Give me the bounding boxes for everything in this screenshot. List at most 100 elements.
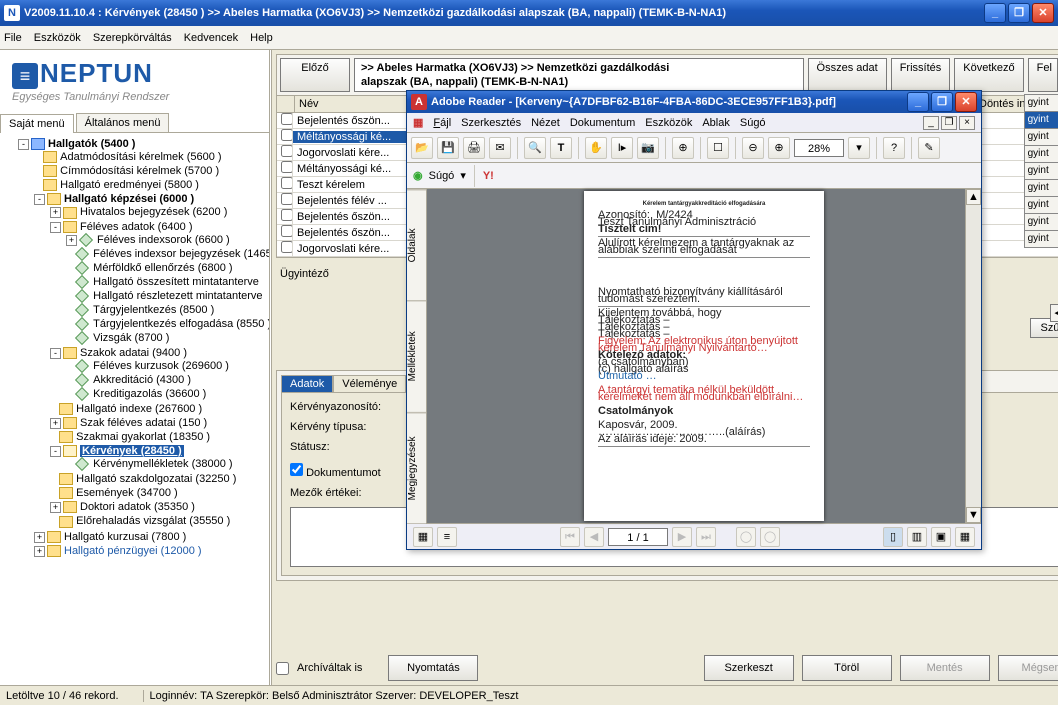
tree-item[interactable]: Szak féléves adatai (150 )	[80, 417, 207, 429]
tree-kepzes[interactable]: Hallgató képzései (6000 )	[64, 193, 194, 205]
mail-icon[interactable]: ✉	[489, 137, 511, 159]
select-text-icon[interactable]: T	[550, 137, 572, 159]
scroll-up-icon[interactable]: ▲	[966, 189, 981, 205]
grid-tag[interactable]: gyint	[1024, 111, 1058, 129]
pdf-page-area[interactable]: Kérelem tantárgyakkreditáció elfogadásár…	[427, 189, 981, 523]
select-icon[interactable]: I▸	[611, 137, 633, 159]
delete-button[interactable]: Töröl	[802, 655, 892, 681]
print-icon[interactable]: 🖨	[463, 137, 485, 159]
grid-tag[interactable]: gyint	[1024, 179, 1058, 197]
tab-velemenye[interactable]: Véleménye	[333, 375, 406, 392]
up-button[interactable]: Fel	[1028, 58, 1058, 92]
tree-item[interactable]: Mérföldkő ellenőrzés (6800 )	[93, 262, 232, 274]
tree-item[interactable]: Vizsgák (8700 )	[93, 332, 169, 344]
row-checkbox[interactable]	[281, 129, 293, 141]
tab-adatok[interactable]: Adatok	[281, 375, 333, 392]
facing-icon[interactable]: ▣	[931, 527, 951, 547]
row-checkbox[interactable]	[281, 145, 293, 157]
view-list-icon[interactable]: ≡	[437, 527, 457, 547]
tree-kervenyek-selected[interactable]: Kérvények (28450 )	[80, 445, 184, 457]
tab-general-menu[interactable]: Általános menü	[76, 113, 170, 132]
pdf-titlebar[interactable]: A Adobe Reader - [Kerveny~{A7DFBF62-B16F…	[407, 91, 981, 113]
tree-toggle[interactable]: -	[50, 222, 61, 233]
row-checkbox[interactable]	[281, 241, 293, 253]
pdf-menu-tools[interactable]: Eszközök	[645, 117, 692, 129]
tree-item[interactable]: Hallgató összesített mintatanterve	[93, 276, 259, 288]
pdf-window[interactable]: A Adobe Reader - [Kerveny~{A7DFBF62-B16F…	[406, 90, 982, 550]
tree-item[interactable]: Szakmai gyakorlat (18350 )	[76, 431, 210, 443]
scroll-left-icon[interactable]: ◀	[1050, 304, 1058, 322]
refresh-button[interactable]: Frissítés	[891, 58, 951, 92]
tree-item[interactable]: Események (34700 )	[76, 487, 178, 499]
continuous-facing-icon[interactable]: ▦	[955, 527, 975, 547]
close-button[interactable]: ✕	[1032, 3, 1054, 23]
next-button[interactable]: Következő	[954, 58, 1023, 92]
view-thumbs-icon[interactable]: ▦	[413, 527, 433, 547]
tree-item[interactable]: Előrehaladás vizsgálat (35550 )	[76, 515, 230, 527]
row-checkbox[interactable]	[281, 113, 293, 125]
tree-toggle[interactable]: +	[50, 418, 61, 429]
zoom-out-icon[interactable]: ⊖	[742, 137, 764, 159]
tree-toggle[interactable]: +	[66, 235, 77, 246]
pdf-minimize-button[interactable]: _	[907, 92, 929, 112]
tree-item[interactable]: Hallgató eredményei (5800 )	[60, 179, 199, 191]
pdf-menu-view[interactable]: Nézet	[531, 117, 560, 129]
tree-item[interactable]: Doktori adatok (35350 )	[80, 501, 195, 513]
pdf-vscrollbar[interactable]: ▲ ▼	[965, 189, 981, 523]
fit-page-icon[interactable]: ☐	[707, 137, 729, 159]
archived-checkbox[interactable]	[276, 662, 289, 675]
grid-tag[interactable]: gyint	[1024, 145, 1058, 163]
tree-item[interactable]: Tárgyjelentkezés (8500 )	[93, 304, 214, 316]
back-icon[interactable]: ◯	[736, 527, 756, 547]
grid-tag[interactable]: gyint	[1024, 94, 1058, 112]
help-icon[interactable]: ?	[883, 137, 905, 159]
zoom-in-icon[interactable]: ⊕	[672, 137, 694, 159]
tree-item[interactable]: Hallgató szakdolgozatai (32250 )	[76, 473, 236, 485]
single-page-icon[interactable]: ▯	[883, 527, 903, 547]
tree-toggle[interactable]: +	[34, 532, 45, 543]
tree-item[interactable]: Hallgató részletezett mintatanterve	[93, 290, 262, 302]
tree-item[interactable]: Címmódosítási kérelmek (5700 )	[60, 165, 219, 177]
minimize-button[interactable]: _	[984, 3, 1006, 23]
maximize-button[interactable]: ❐	[1008, 3, 1030, 23]
pdf-help-label[interactable]: Súgó	[429, 170, 455, 182]
menu-help[interactable]: Help	[250, 32, 273, 44]
tree-toggle[interactable]: -	[50, 348, 61, 359]
tree-szak[interactable]: Szakok adatai (9400 )	[80, 347, 187, 359]
prev-page-icon[interactable]: ◀	[584, 527, 604, 547]
vtab-comments[interactable]: Megjegyzések	[407, 412, 426, 523]
vtab-pages[interactable]: Oldalak	[407, 189, 426, 300]
row-checkbox[interactable]	[281, 225, 293, 237]
save-icon[interactable]: 💾	[437, 137, 459, 159]
grid-tag[interactable]: gyint	[1024, 128, 1058, 146]
pdf-menu-doc[interactable]: Dokumentum	[570, 117, 635, 129]
nav-tree[interactable]: -Hallgatók (5400 ) Adatmódosítási kérelm…	[0, 133, 269, 685]
mdi-close-icon[interactable]: ×	[959, 116, 975, 130]
tree-toggle[interactable]: -	[34, 194, 45, 205]
doc-checkbox[interactable]	[290, 463, 303, 476]
pdf-menu-edit[interactable]: Szerkesztés	[461, 117, 521, 129]
menu-favorites[interactable]: Kedvencek	[184, 32, 238, 44]
row-checkbox[interactable]	[281, 161, 293, 173]
prev-button[interactable]: Előző	[280, 58, 350, 92]
pdf-maximize-button[interactable]: ❐	[931, 92, 953, 112]
grid-tag[interactable]: gyint	[1024, 213, 1058, 231]
tree-item[interactable]: Akkreditáció (4300 )	[93, 374, 191, 386]
next-page-icon[interactable]: ▶	[672, 527, 692, 547]
row-checkbox[interactable]	[281, 209, 293, 221]
row-checkbox[interactable]	[281, 177, 293, 189]
tree-item[interactable]: Féléves indexsor bejegyzések (14650 )	[93, 248, 269, 260]
mdi-restore-icon[interactable]: ❐	[941, 116, 957, 130]
edit-button[interactable]: Szerkeszt	[704, 655, 794, 681]
vtab-attachments[interactable]: Mellékletek	[407, 300, 426, 411]
tree-toggle[interactable]: -	[50, 446, 61, 457]
forward-icon[interactable]: ◯	[760, 527, 780, 547]
tree-toggle[interactable]: +	[50, 502, 61, 513]
mdi-minimize-icon[interactable]: _	[923, 116, 939, 130]
menu-file[interactable]: File	[4, 32, 22, 44]
first-page-icon[interactable]: ⏮	[560, 527, 580, 547]
yahoo-icon[interactable]: Y!	[483, 170, 494, 182]
scroll-down-icon[interactable]: ▼	[966, 507, 981, 523]
grid-tag[interactable]: gyint	[1024, 162, 1058, 180]
pdf-menu-window[interactable]: Ablak	[702, 117, 730, 129]
